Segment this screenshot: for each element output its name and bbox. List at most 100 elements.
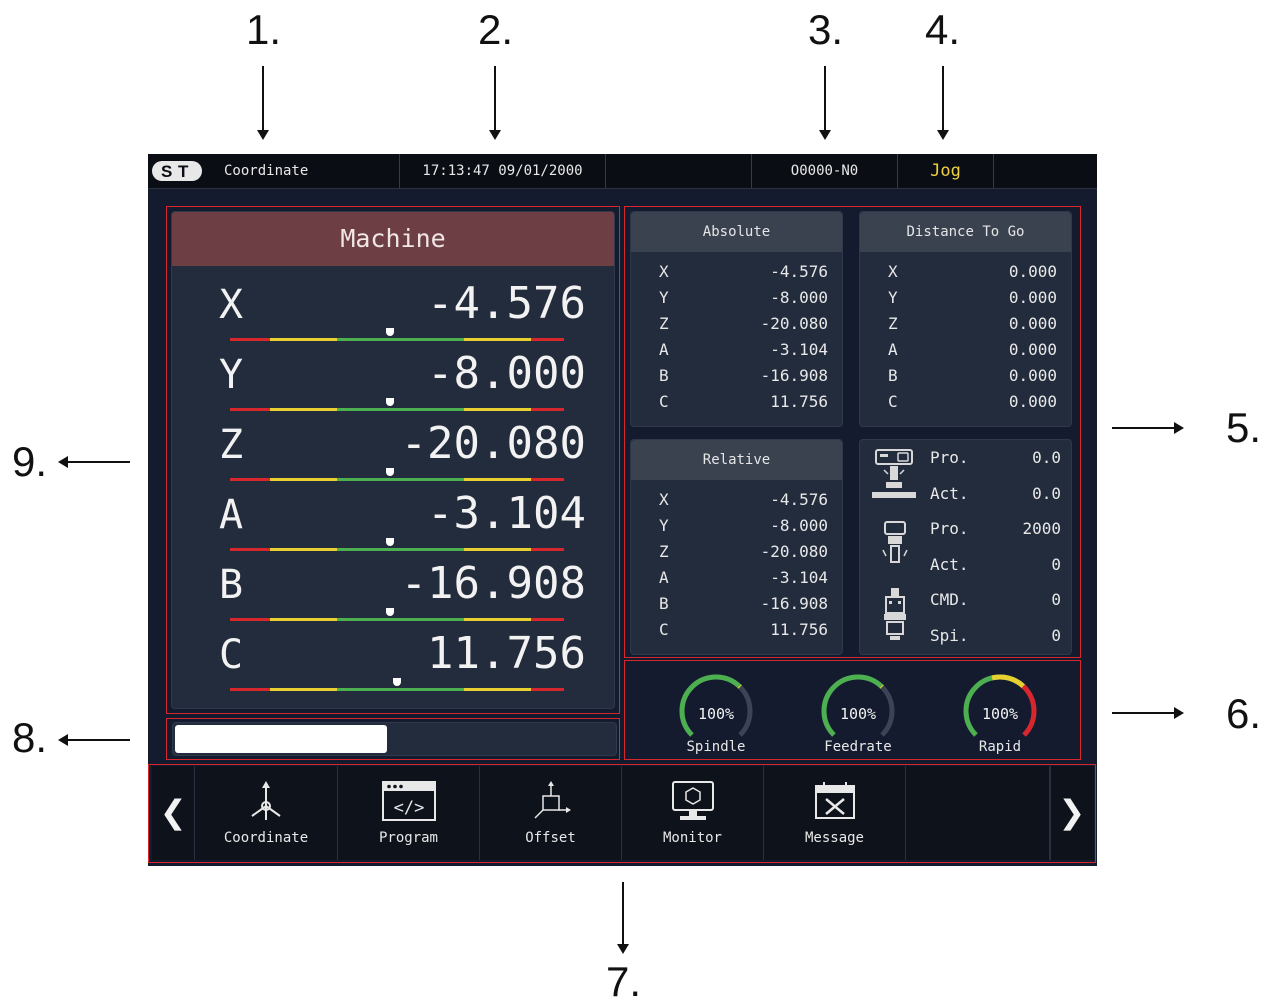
callout-2-line (494, 66, 496, 130)
spindle-info-row: Act. 0 (930, 555, 1061, 589)
machine-axis-value: -3.104 (427, 488, 586, 539)
distance-to-go-axis: B (888, 366, 898, 385)
spindle-info-label: CMD. (930, 590, 969, 609)
absolute-axis: C (659, 392, 669, 411)
callout-6-arrowhead (1174, 707, 1184, 719)
nav-bar-frame (148, 764, 1096, 863)
relative-axis: Y (659, 516, 669, 535)
machine-axis-row: A -3.104 (172, 488, 620, 558)
spindle-info-row: Pro. 0.0 (930, 448, 1061, 482)
callout-9: 9. (12, 438, 48, 485)
machine-axis-label: X (219, 282, 244, 328)
machine-axis-value: -16.908 (400, 558, 586, 609)
override-gauge: 100% Spindle (661, 663, 771, 763)
machine-axis-label: A (219, 492, 244, 538)
axis-scale-segment (530, 408, 564, 411)
machine-header: Machine (172, 212, 614, 266)
axis-scale-segment (336, 478, 464, 481)
relative-row: C 11.756 (631, 620, 842, 646)
machine-axis-value: -8.000 (427, 348, 586, 399)
absolute-value: -4.576 (770, 262, 828, 281)
relative-panel: Relative X -4.576 Y -8.000 Z -20.080 A -3.104 B -… (630, 439, 843, 655)
distance-to-go-header: Distance To Go (860, 212, 1071, 252)
axis-position-pointer (386, 398, 395, 406)
machine-axis-row: C 11.756 (172, 628, 620, 698)
axis-scale-segment (230, 478, 271, 481)
spindle-info-row: Pro. 2000 (930, 519, 1061, 553)
axis-scale-segment (270, 618, 337, 621)
machine-axis-value: -20.080 (400, 418, 586, 469)
axis-scale-segment (270, 338, 337, 341)
relative-row: X -4.576 (631, 490, 842, 516)
absolute-row: B -16.908 (631, 366, 842, 392)
axis-position-pointer (386, 538, 395, 546)
spindle-info-value: 0.0 (1032, 448, 1061, 467)
axis-travel-scale (230, 478, 564, 481)
spindle-info-value: 0 (1051, 554, 1061, 574)
axis-scale-segment (270, 408, 337, 411)
distance-to-go-value: 0.000 (1008, 392, 1057, 411)
relative-axis: A (659, 568, 669, 587)
relative-value: -3.104 (770, 568, 828, 587)
distance-to-go-value: 0.000 (1008, 262, 1057, 281)
callout-3-line (824, 66, 826, 130)
axis-scale-segment (463, 338, 531, 341)
spindle-motor-icon (882, 521, 908, 563)
relative-header: Relative (631, 440, 842, 480)
gauge-arc (679, 674, 753, 737)
axis-scale-segment (270, 548, 337, 551)
machine-axis-label: Z (219, 422, 244, 468)
callout-9-line (68, 461, 130, 463)
axis-scale-segment (463, 618, 531, 621)
callout-8-line (68, 739, 130, 741)
distance-to-go-value: 0.000 (1008, 340, 1057, 359)
progress-bar (172, 722, 617, 756)
override-gauge: 100% Feedrate (803, 663, 913, 763)
axis-scale-segment (463, 688, 531, 691)
axis-scale-segment (336, 688, 464, 691)
relative-row: B -16.908 (631, 594, 842, 620)
empty-status-cell (606, 154, 752, 188)
relative-axis: C (659, 620, 669, 639)
distance-to-go-value: 0.000 (1008, 288, 1057, 307)
callout-3-arrowhead (819, 130, 831, 140)
callout-4-arrowhead (937, 130, 949, 140)
axis-scale-segment (270, 478, 337, 481)
axis-scale-segment (336, 548, 464, 551)
machine-coordinate-panel: Machine X -4.576 Y -8.000 Z -20.080 A -3.104 B -1… (171, 211, 615, 709)
axis-travel-scale (230, 688, 564, 691)
absolute-value: 11.756 (770, 392, 828, 411)
distance-to-go-value: 0.000 (1008, 366, 1057, 385)
callout-7-arrowhead (617, 944, 629, 954)
callout-5: 5. (1226, 404, 1262, 451)
relative-value: 11.756 (770, 620, 828, 639)
distance-to-go-row: B 0.000 (860, 366, 1071, 392)
relative-row: Y -8.000 (631, 516, 842, 542)
callout-3: 3. (808, 6, 844, 53)
st-logo-icon: S T (152, 161, 202, 181)
axis-scale-segment (270, 688, 337, 691)
spindle-info-label: Pro. (930, 448, 969, 467)
gauge-label: Spindle (686, 739, 746, 755)
absolute-row: A -3.104 (631, 340, 842, 366)
absolute-value: -8.000 (770, 288, 828, 307)
machine-panel-frame: Machine X -4.576 Y -8.000 Z -20.080 A -3.104 B -1… (166, 206, 620, 714)
axis-travel-scale (230, 408, 564, 411)
absolute-value: -16.908 (760, 366, 828, 385)
distance-to-go-row: A 0.000 (860, 340, 1071, 366)
absolute-axis: Z (659, 314, 669, 333)
datetime-display: 17:13:47 09/01/2000 (400, 154, 606, 188)
spindle-info-value: 0 (1051, 625, 1061, 645)
relative-row: A -3.104 (631, 568, 842, 594)
spindle-info-row: CMD. 0 (930, 590, 1061, 624)
relative-row: Z -20.080 (631, 542, 842, 568)
absolute-axis: B (659, 366, 669, 385)
machine-axis-value: -4.576 (427, 278, 586, 329)
callout-8: 8. (12, 714, 48, 761)
spindle-info-value: 2000 (1022, 519, 1061, 538)
callout-4: 4. (925, 6, 961, 53)
mode-indicator: Jog (898, 154, 994, 188)
relative-axis: X (659, 490, 669, 509)
callout-1: 1. (246, 6, 282, 53)
axis-scale-segment (336, 338, 464, 341)
